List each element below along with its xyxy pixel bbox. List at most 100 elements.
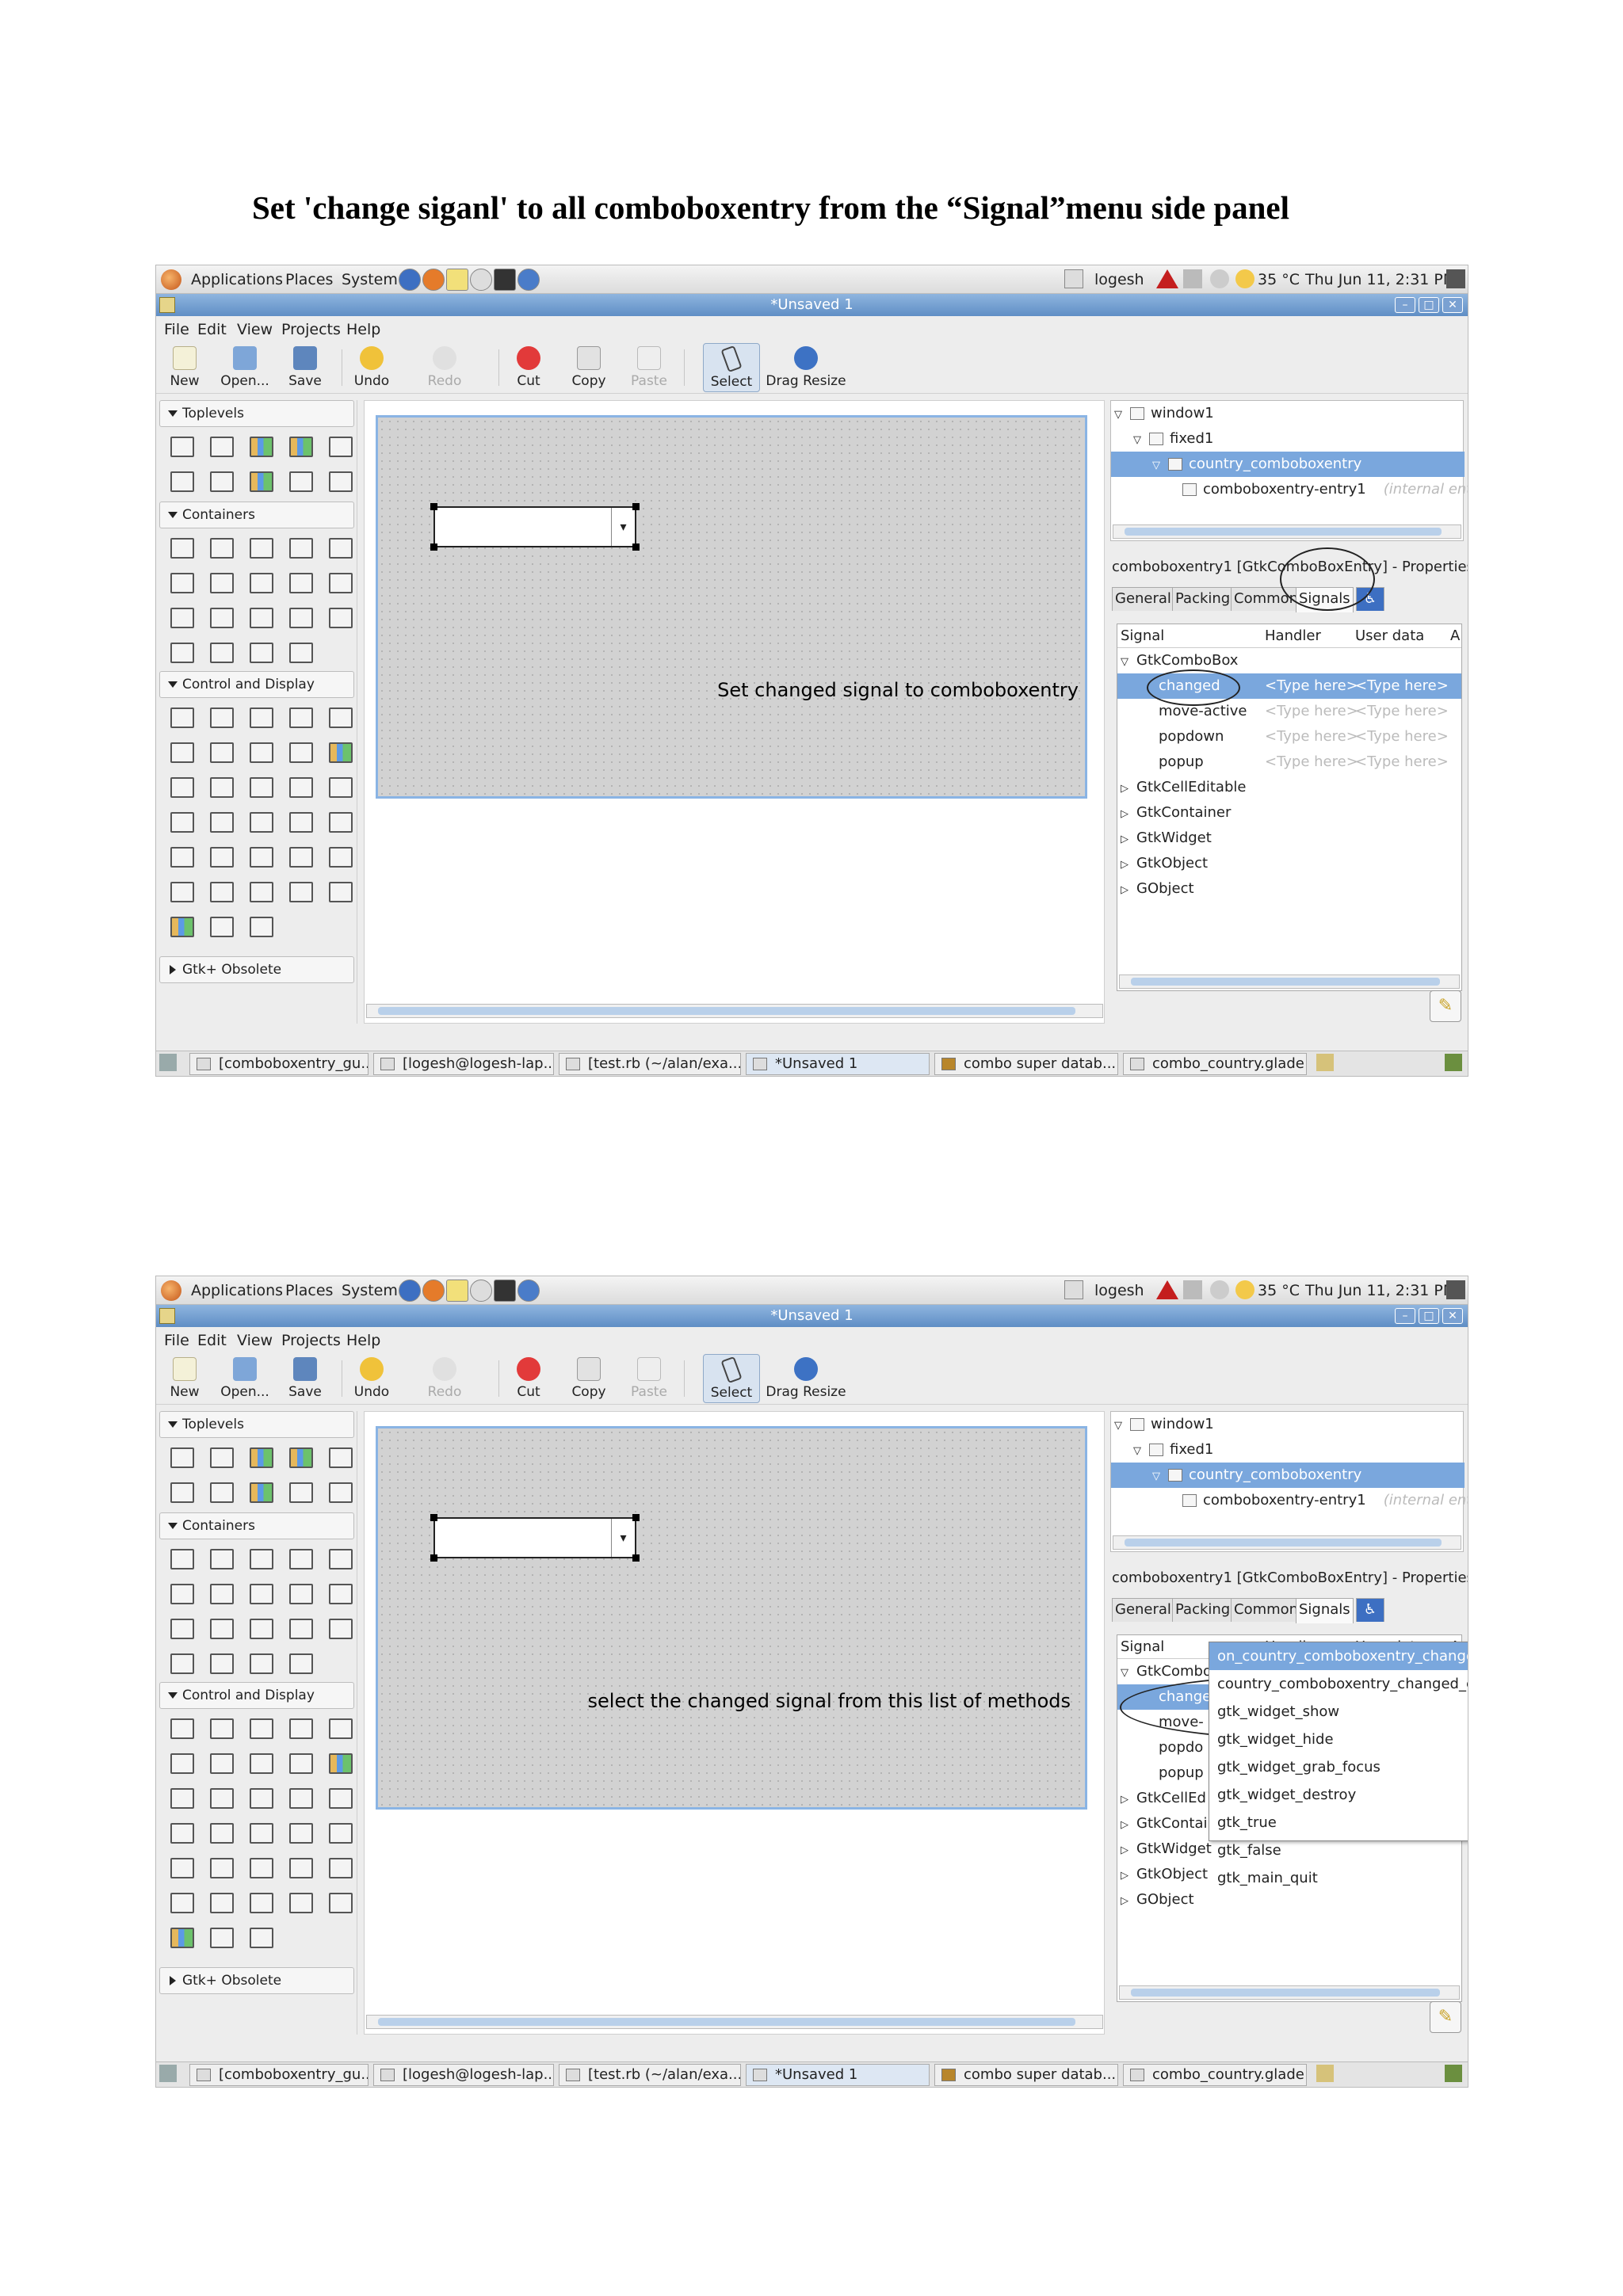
drawing-area-icon[interactable] [170, 1928, 194, 1948]
assistant-icon[interactable] [289, 471, 313, 492]
entry-icon[interactable] [250, 1788, 273, 1809]
signal-group-gtkobject[interactable]: ▷ GtkObject [1117, 851, 1461, 876]
show-desktop-icon[interactable] [159, 1054, 177, 1071]
clock[interactable]: Thu Jun 11, 2:31 PM [1305, 1282, 1456, 1299]
frame-icon[interactable] [329, 1549, 353, 1569]
spin-button-icon[interactable] [289, 707, 313, 728]
progress-bar-icon[interactable] [170, 847, 194, 868]
firefox-launcher-icon[interactable] [422, 269, 445, 291]
text-view-icon[interactable] [289, 777, 313, 798]
user-switch-icon[interactable] [1064, 1280, 1083, 1299]
new-button[interactable]: New [156, 1354, 213, 1403]
file-chooser-button-icon[interactable] [170, 742, 194, 763]
tab-signals[interactable]: Signals [1296, 587, 1354, 612]
undo-button[interactable]: Undo [343, 1354, 400, 1403]
palette-group-toplevels[interactable]: Toplevels [159, 400, 354, 427]
table-icon[interactable] [250, 1549, 273, 1569]
logout-icon[interactable] [1446, 1280, 1465, 1299]
tree-row-window[interactable]: ▽ window1 [1111, 401, 1465, 426]
handler-option[interactable]: country_comboboxentry_changed_cb [1209, 1670, 1468, 1698]
taskbar-item[interactable]: [test.rb (~/alan/exa... [559, 1053, 741, 1075]
redo-button[interactable]: Redo [416, 1354, 473, 1403]
accel-label-icon[interactable] [210, 777, 234, 798]
signal-row-popdown[interactable]: popdown <Type here> <Type here> [1117, 724, 1461, 749]
browser-launcher-icon[interactable] [399, 1280, 421, 1302]
tree-row-fixed[interactable]: ▽ fixed1 [1111, 1437, 1465, 1463]
toggle-button-icon[interactable] [210, 1718, 234, 1739]
vpaned-icon[interactable] [329, 573, 353, 593]
workspace-icon[interactable] [1316, 1054, 1334, 1071]
new-button[interactable]: New [156, 343, 213, 392]
cut-button[interactable]: Cut [500, 343, 557, 392]
about-dialog-icon[interactable] [289, 437, 313, 457]
tree-row-entry[interactable]: comboboxentry-entry1 (internal entr [1111, 477, 1468, 502]
volume-icon[interactable] [1210, 269, 1229, 288]
network-icon[interactable] [1183, 269, 1202, 288]
fixed-container[interactable]: ▾ select the changed signal from this li… [376, 1426, 1087, 1810]
maximize-button[interactable]: □ [1419, 1308, 1439, 1324]
menu-icon[interactable] [210, 1893, 234, 1913]
window-widget-icon[interactable] [170, 1447, 194, 1468]
color-dialog-icon[interactable] [250, 471, 273, 492]
chevron-down-icon[interactable]: ▾ [611, 508, 635, 546]
system-menu[interactable]: System [342, 1282, 398, 1299]
table-icon[interactable] [250, 538, 273, 559]
menu-help[interactable]: Help [346, 1332, 380, 1349]
warning-icon[interactable] [1156, 1280, 1178, 1299]
calendar-icon[interactable] [170, 1893, 194, 1913]
taskbar-item[interactable]: [test.rb (~/alan/exa... [559, 2064, 741, 2086]
applications-menu[interactable]: Applications [191, 271, 283, 288]
fixed-icon[interactable] [170, 1584, 194, 1604]
browser-launcher-icon[interactable] [399, 269, 421, 291]
alignment-icon[interactable] [210, 643, 234, 663]
places-menu[interactable]: Places [285, 271, 333, 288]
event-box-icon[interactable] [289, 1653, 313, 1674]
user-name[interactable]: logesh [1094, 271, 1144, 288]
arrow-icon[interactable] [329, 1893, 353, 1913]
progress-bar-icon[interactable] [170, 1858, 194, 1878]
tab-general[interactable]: General [1112, 587, 1174, 611]
tree-row-entry[interactable]: comboboxentry-entry1 (internal entr [1111, 1488, 1468, 1513]
alignment-icon[interactable] [210, 1653, 234, 1674]
about-dialog-icon[interactable] [289, 1447, 313, 1468]
signal-row-move-active[interactable]: move-active <Type here> <Type here> [1117, 699, 1461, 724]
mail-launcher-icon[interactable] [470, 269, 492, 291]
dialog-widget-icon[interactable] [210, 1447, 234, 1468]
color-button-icon[interactable] [210, 742, 234, 763]
user-switch-icon[interactable] [1064, 269, 1083, 288]
menu-projects[interactable]: Projects [281, 321, 341, 338]
select-button[interactable]: Select [703, 343, 760, 392]
label-icon[interactable] [170, 1788, 194, 1809]
network-icon[interactable] [1183, 1280, 1202, 1299]
input-dialog-icon[interactable] [210, 471, 234, 492]
select-button[interactable]: Select [703, 1354, 760, 1403]
comboboxentry-widget[interactable]: ▾ [430, 1514, 640, 1562]
event-box-icon[interactable] [289, 643, 313, 663]
viewport-icon[interactable] [289, 1619, 313, 1639]
signal-group-gobject[interactable]: ▷ GObject [1117, 876, 1461, 902]
input-dialog-icon[interactable] [210, 1482, 234, 1503]
window-titlebar[interactable]: *Unsaved 1 – □ ✕ [156, 1305, 1468, 1327]
expander-icon[interactable] [170, 643, 194, 663]
handler-option[interactable]: gtk_widget_show [1209, 1698, 1468, 1726]
palette-group-toplevels[interactable]: Toplevels [159, 1411, 354, 1438]
temperature[interactable]: 35 °C [1258, 271, 1300, 288]
taskbar-item[interactable]: [logesh@logesh-lap... [373, 2064, 554, 2086]
notebook-icon[interactable] [289, 1549, 313, 1569]
combo-box-entry-icon[interactable] [329, 1823, 353, 1844]
help-launcher-icon[interactable] [517, 1280, 540, 1302]
editor-launcher-icon[interactable] [446, 269, 468, 291]
radio-button-icon[interactable] [329, 707, 353, 728]
calendar-icon[interactable] [170, 882, 194, 902]
handler-option[interactable]: gtk_widget_destroy [1209, 1781, 1468, 1809]
layout-icon[interactable] [250, 608, 273, 628]
fixed-icon[interactable] [170, 573, 194, 593]
scrolled-window-icon[interactable] [329, 608, 353, 628]
image-icon[interactable] [329, 742, 353, 763]
signal-row-popup[interactable]: popup <Type here> <Type here> [1117, 749, 1461, 775]
taskbar-item[interactable]: [logesh@logesh-lap... [373, 1053, 554, 1075]
aspect-frame-icon[interactable] [250, 1653, 273, 1674]
text-view-icon[interactable] [289, 1788, 313, 1809]
taskbar-item[interactable]: *Unsaved 1 [746, 2064, 930, 2086]
font-dialog-icon[interactable] [170, 471, 194, 492]
